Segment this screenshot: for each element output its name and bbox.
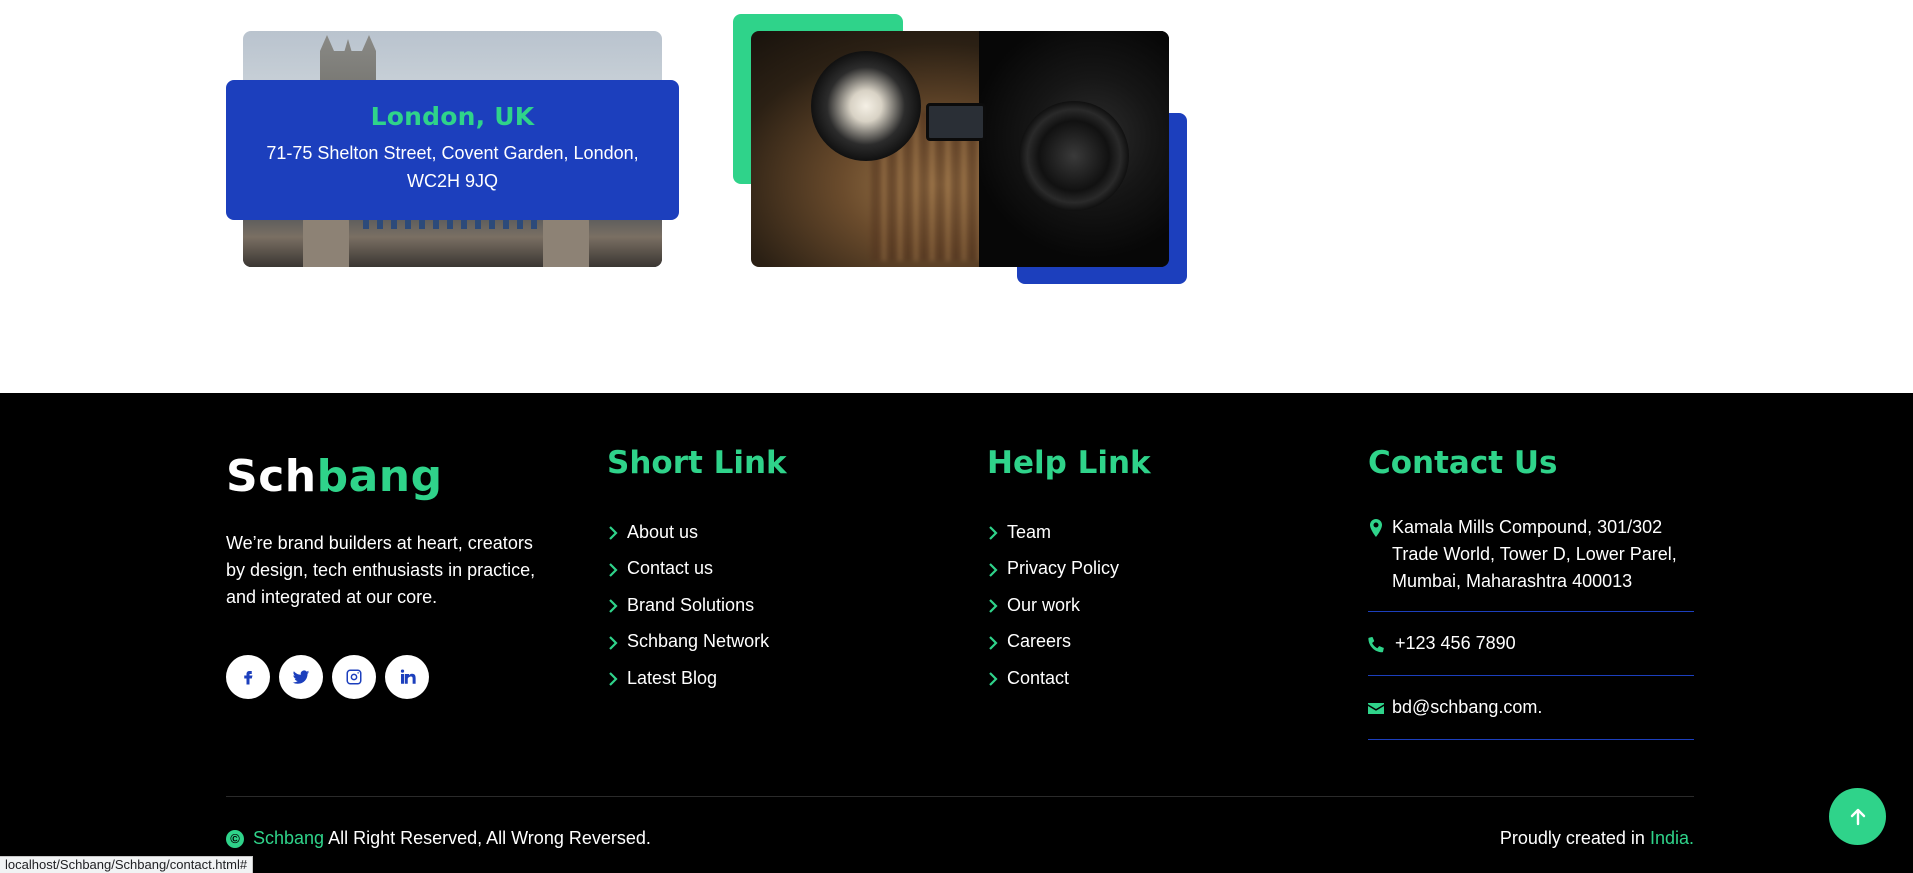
help-link-label: Contact xyxy=(1007,667,1070,688)
twitter-icon[interactable] xyxy=(279,655,323,699)
help-link-label: Careers xyxy=(1007,631,1072,652)
social-links xyxy=(226,655,429,699)
short-link-label: Contact us xyxy=(627,558,714,579)
help-link-label: Our work xyxy=(1007,594,1081,615)
map-marker-icon xyxy=(1368,518,1384,537)
facebook-icon[interactable] xyxy=(226,655,270,699)
short-link-label: Latest Blog xyxy=(627,667,718,688)
locations-section: London, UK 71-75 Shelton Street, Covent … xyxy=(0,0,1913,393)
chevron-right-icon xyxy=(987,672,999,687)
arrow-up-icon xyxy=(1850,808,1865,825)
help-link-team[interactable]: Team xyxy=(987,514,1119,551)
help-link-title: Help Link xyxy=(987,445,1151,481)
contact-email: bd@schbang.com. xyxy=(1392,697,1543,717)
chevron-right-icon xyxy=(987,599,999,614)
location-card: London, UK 71-75 Shelton Street, Covent … xyxy=(226,80,679,220)
short-link-brand-solutions[interactable]: Brand Solutions xyxy=(607,587,769,624)
chevron-right-icon xyxy=(607,526,619,541)
short-link-label: Schbang Network xyxy=(627,631,770,652)
help-link-privacy[interactable]: Privacy Policy xyxy=(987,551,1119,588)
location-address: 71-75 Shelton Street, Covent Garden, Lon… xyxy=(266,143,639,191)
contact-us-title: Contact Us xyxy=(1368,445,1558,481)
browser-status-url: localhost/Schbang/Schbang/contact.html# xyxy=(0,856,254,873)
copyright-brand-link[interactable]: Schbang xyxy=(253,828,324,849)
footer-logo[interactable]: Schbang xyxy=(226,451,443,502)
copyright-text: All Right Reserved, All Wrong Reversed. xyxy=(324,828,651,848)
chevron-right-icon xyxy=(607,672,619,687)
chevron-right-icon xyxy=(987,526,999,541)
footer-divider xyxy=(226,796,1694,797)
site-footer: Schbang We’re brand builders at heart, c… xyxy=(0,393,1913,873)
location-title: London, UK xyxy=(370,102,535,131)
linkedin-icon[interactable] xyxy=(385,655,429,699)
credit-country-link[interactable]: India. xyxy=(1650,828,1694,848)
chevron-right-icon xyxy=(987,635,999,650)
contact-phone-row[interactable]: +123 456 7890 xyxy=(1368,612,1694,676)
contact-phone: +123 456 7890 xyxy=(1395,633,1516,653)
short-link-list: About us Contact us Brand Solutions Schb… xyxy=(607,514,769,697)
instagram-icon[interactable] xyxy=(332,655,376,699)
chevron-right-icon xyxy=(607,635,619,650)
copyright: © Schbang All Right Reserved, All Wrong … xyxy=(226,828,651,849)
short-link-blog[interactable]: Latest Blog xyxy=(607,660,769,697)
logo-part-2: bang xyxy=(316,451,443,502)
contact-address: Kamala Mills Compound, 301/302 Trade Wor… xyxy=(1392,517,1677,591)
phone-icon xyxy=(1368,634,1384,653)
short-link-about[interactable]: About us xyxy=(607,514,769,551)
help-link-label: Team xyxy=(1007,521,1052,542)
help-link-our-work[interactable]: Our work xyxy=(987,587,1119,624)
chevron-right-icon xyxy=(987,562,999,577)
chevron-right-icon xyxy=(607,599,619,614)
credit: Proudly created in India. xyxy=(1500,828,1694,849)
short-link-contact[interactable]: Contact us xyxy=(607,551,769,588)
help-link-label: Privacy Policy xyxy=(1007,558,1120,579)
contact-address-row: Kamala Mills Compound, 301/302 Trade Wor… xyxy=(1368,514,1694,612)
short-link-network[interactable]: Schbang Network xyxy=(607,624,769,661)
help-link-contact[interactable]: Contact xyxy=(987,660,1119,697)
contact-email-row[interactable]: bd@schbang.com. xyxy=(1368,676,1694,740)
help-link-careers[interactable]: Careers xyxy=(987,624,1119,661)
short-link-label: About us xyxy=(627,521,699,542)
video-camera-image xyxy=(751,31,1169,267)
envelope-icon xyxy=(1368,698,1384,716)
copyright-icon: © xyxy=(226,829,244,848)
back-to-top-button[interactable] xyxy=(1829,788,1886,845)
contact-info: Kamala Mills Compound, 301/302 Trade Wor… xyxy=(1368,514,1694,740)
short-link-title: Short Link xyxy=(607,445,787,481)
credit-text: Proudly created in xyxy=(1499,828,1650,848)
footer-about-text: We’re brand builders at heart, creators … xyxy=(226,533,536,607)
help-link-list: Team Privacy Policy Our work Careers Con… xyxy=(987,514,1119,697)
chevron-right-icon xyxy=(607,562,619,577)
logo-part-1: Sch xyxy=(226,451,317,502)
short-link-label: Brand Solutions xyxy=(627,594,755,615)
